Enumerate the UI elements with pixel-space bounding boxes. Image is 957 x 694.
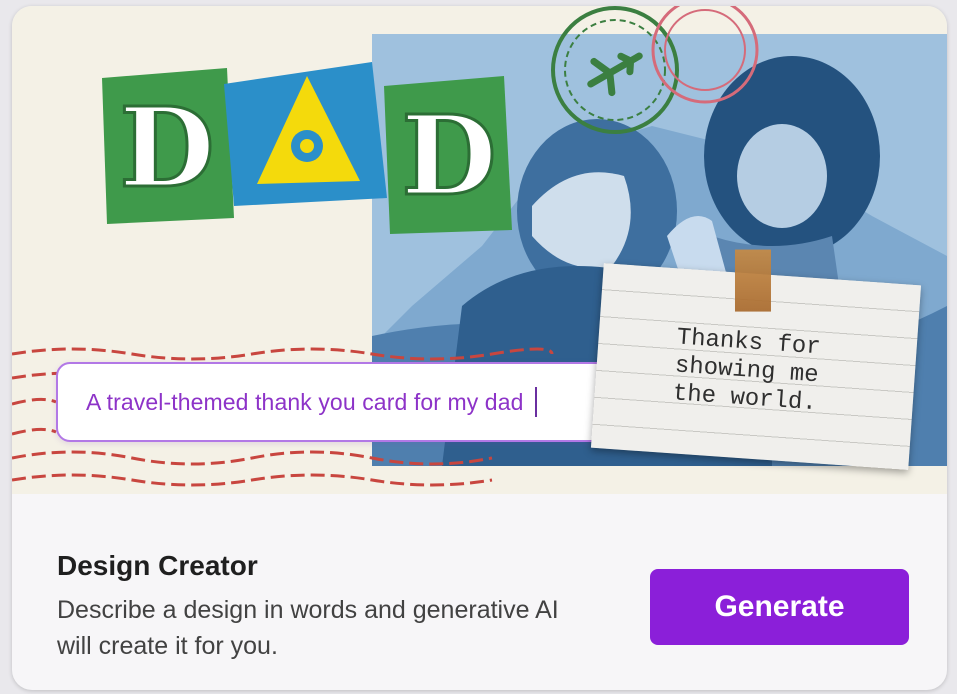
hero-image: D D A travel-themed thank you card for m… xyxy=(12,6,947,494)
text-cursor xyxy=(535,387,538,417)
prompt-input-example: A travel-themed thank you card for my da… xyxy=(56,362,620,442)
letter-d-right: D xyxy=(384,76,512,234)
card-title: Design Creator xyxy=(57,550,258,581)
card-footer: Design Creator Describe a design in word… xyxy=(12,494,947,690)
prompt-text: A travel-themed thank you card for my da… xyxy=(86,388,524,415)
letter-a xyxy=(224,62,387,206)
paper-note: Thanks for showing me the world. xyxy=(590,249,922,470)
letter-d-left: D xyxy=(102,68,234,224)
tape-strip xyxy=(734,249,771,312)
generate-button[interactable]: Generate xyxy=(650,569,909,645)
note-text: Thanks for showing me the world. xyxy=(671,324,822,418)
svg-text:D: D xyxy=(119,83,214,212)
svg-text:D: D xyxy=(401,91,496,220)
card-description: Describe a design in words and generativ… xyxy=(57,596,559,660)
design-creator-card[interactable]: D D A travel-themed thank you card for m… xyxy=(12,6,947,690)
